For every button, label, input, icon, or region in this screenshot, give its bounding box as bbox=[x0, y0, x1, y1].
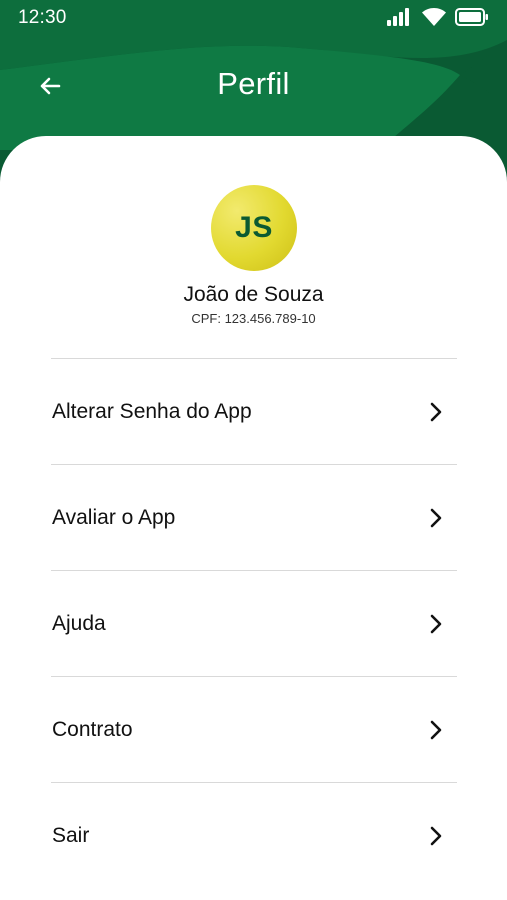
chevron-right-icon bbox=[425, 507, 447, 529]
signal-icon bbox=[387, 8, 413, 26]
battery-icon bbox=[455, 8, 489, 26]
chevron-right-icon bbox=[425, 719, 447, 741]
status-time: 12:30 bbox=[18, 7, 67, 28]
avatar: JS bbox=[211, 185, 297, 271]
menu-list: Alterar Senha do App Avaliar o App Ajuda… bbox=[51, 358, 457, 888]
chevron-right-icon bbox=[425, 825, 447, 847]
menu-item-avaliar-app[interactable]: Avaliar o App bbox=[51, 465, 457, 571]
menu-item-label: Sair bbox=[52, 823, 90, 847]
user-cpf: CPF: 123.456.789-10 bbox=[191, 311, 316, 326]
menu-item-label: Ajuda bbox=[52, 611, 106, 635]
wifi-icon bbox=[422, 8, 446, 26]
menu-item-sair[interactable]: Sair bbox=[51, 783, 457, 888]
menu-item-label: Avaliar o App bbox=[52, 505, 176, 529]
user-name: João de Souza bbox=[183, 283, 324, 306]
avatar-initials: JS bbox=[235, 211, 273, 244]
menu-item-alterar-senha[interactable]: Alterar Senha do App bbox=[51, 359, 457, 465]
menu-item-ajuda[interactable]: Ajuda bbox=[51, 571, 457, 677]
menu-item-label: Contrato bbox=[52, 717, 133, 741]
chevron-right-icon bbox=[425, 613, 447, 635]
menu-item-label: Alterar Senha do App bbox=[52, 399, 252, 423]
menu-item-contrato[interactable]: Contrato bbox=[51, 677, 457, 783]
page-title: Perfil bbox=[217, 66, 290, 101]
status-icons bbox=[387, 8, 489, 26]
status-bar: 12:30 bbox=[0, 0, 507, 36]
chevron-right-icon bbox=[425, 401, 447, 423]
